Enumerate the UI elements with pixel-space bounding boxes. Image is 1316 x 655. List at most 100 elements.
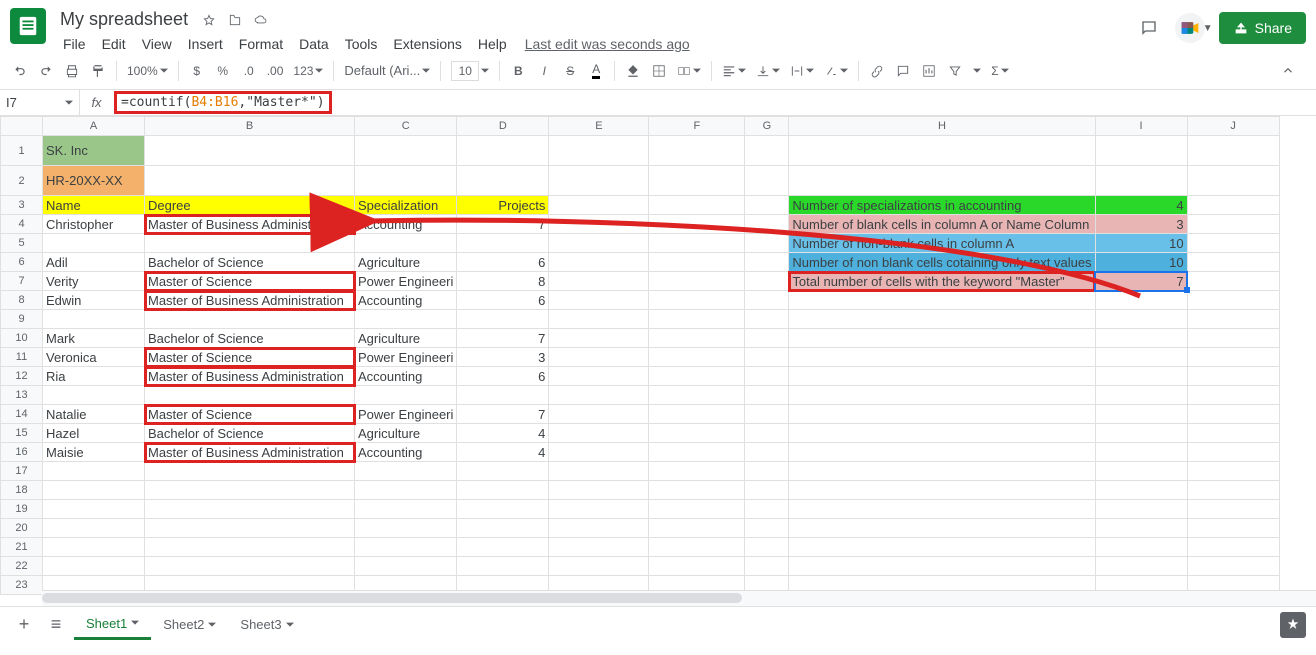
fill-color-button[interactable]: [621, 58, 645, 84]
cell-I12[interactable]: [1095, 367, 1187, 386]
row-header-21[interactable]: 21: [1, 538, 43, 557]
col-header-C[interactable]: C: [355, 117, 457, 136]
vertical-align-dropdown[interactable]: [752, 64, 784, 78]
cell-D13[interactable]: [457, 386, 549, 405]
cell-B2[interactable]: [145, 166, 355, 196]
cell-E12[interactable]: [549, 367, 649, 386]
cell-C19[interactable]: [355, 500, 457, 519]
cell-D11[interactable]: 3: [457, 348, 549, 367]
cell-C2[interactable]: [355, 166, 457, 196]
cell-J19[interactable]: [1187, 500, 1279, 519]
cell-H1[interactable]: [789, 136, 1095, 166]
cell-E22[interactable]: [549, 557, 649, 576]
cell-A9[interactable]: [43, 310, 145, 329]
cell-H19[interactable]: [789, 500, 1095, 519]
cell-C18[interactable]: [355, 481, 457, 500]
cell-B11[interactable]: Master of Science: [145, 348, 355, 367]
select-all-corner[interactable]: [1, 117, 43, 136]
cell-I15[interactable]: [1095, 424, 1187, 443]
cell-E14[interactable]: [549, 405, 649, 424]
cell-I3[interactable]: 4: [1095, 196, 1187, 215]
cell-B12[interactable]: Master of Business Administration: [145, 367, 355, 386]
cell-I7[interactable]: 7: [1095, 272, 1187, 291]
cell-C20[interactable]: [355, 519, 457, 538]
cell-I4[interactable]: 3: [1095, 215, 1187, 234]
row-header-20[interactable]: 20: [1, 519, 43, 538]
cell-H15[interactable]: [789, 424, 1095, 443]
cell-J17[interactable]: [1187, 462, 1279, 481]
cell-F13[interactable]: [649, 386, 745, 405]
cell-D22[interactable]: [457, 557, 549, 576]
cell-I22[interactable]: [1095, 557, 1187, 576]
col-header-I[interactable]: I: [1095, 117, 1187, 136]
cell-F16[interactable]: [649, 443, 745, 462]
undo-button[interactable]: [8, 58, 32, 84]
formula-input[interactable]: =countif(B4:B16,"Master*"): [114, 91, 1316, 114]
cell-C21[interactable]: [355, 538, 457, 557]
cell-F17[interactable]: [649, 462, 745, 481]
cell-J7[interactable]: [1187, 272, 1279, 291]
sheet-tab-0[interactable]: Sheet1: [74, 610, 151, 640]
row-header-14[interactable]: 14: [1, 405, 43, 424]
cell-D14[interactable]: 7: [457, 405, 549, 424]
cell-G14[interactable]: [745, 405, 789, 424]
cell-A7[interactable]: Verity: [43, 272, 145, 291]
cloud-status-icon[interactable]: [252, 11, 270, 29]
cell-I8[interactable]: [1095, 291, 1187, 310]
cell-I21[interactable]: [1095, 538, 1187, 557]
cell-G10[interactable]: [745, 329, 789, 348]
menu-file[interactable]: File: [56, 33, 93, 55]
row-header-11[interactable]: 11: [1, 348, 43, 367]
cell-H10[interactable]: [789, 329, 1095, 348]
cell-A10[interactable]: Mark: [43, 329, 145, 348]
last-edit[interactable]: Last edit was seconds ago: [518, 33, 697, 55]
borders-button[interactable]: [647, 58, 671, 84]
col-header-G[interactable]: G: [745, 117, 789, 136]
row-header-13[interactable]: 13: [1, 386, 43, 405]
text-color-button[interactable]: A: [584, 58, 608, 84]
cell-J4[interactable]: [1187, 215, 1279, 234]
cell-J12[interactable]: [1187, 367, 1279, 386]
sheet-tab-1[interactable]: Sheet2: [151, 610, 228, 640]
insert-comment-button[interactable]: [891, 58, 915, 84]
cell-E8[interactable]: [549, 291, 649, 310]
cell-B15[interactable]: Bachelor of Science: [145, 424, 355, 443]
cell-F14[interactable]: [649, 405, 745, 424]
cell-C1[interactable]: [355, 136, 457, 166]
cell-F22[interactable]: [649, 557, 745, 576]
cell-J21[interactable]: [1187, 538, 1279, 557]
comments-icon[interactable]: [1137, 16, 1161, 40]
cell-J6[interactable]: [1187, 253, 1279, 272]
cell-G12[interactable]: [745, 367, 789, 386]
cell-J20[interactable]: [1187, 519, 1279, 538]
cell-H17[interactable]: [789, 462, 1095, 481]
cell-E20[interactable]: [549, 519, 649, 538]
cell-B9[interactable]: [145, 310, 355, 329]
cell-G5[interactable]: [745, 234, 789, 253]
cell-D7[interactable]: 8: [457, 272, 549, 291]
cell-H2[interactable]: [789, 166, 1095, 196]
text-wrap-dropdown[interactable]: [786, 64, 818, 78]
filter-button[interactable]: [943, 58, 967, 84]
move-icon[interactable]: [226, 11, 244, 29]
cell-D19[interactable]: [457, 500, 549, 519]
col-header-E[interactable]: E: [549, 117, 649, 136]
cell-G8[interactable]: [745, 291, 789, 310]
row-header-10[interactable]: 10: [1, 329, 43, 348]
cell-F9[interactable]: [649, 310, 745, 329]
cell-G4[interactable]: [745, 215, 789, 234]
spreadsheet-grid[interactable]: A B C D E F G H I J 1SK. Inc2HR-20XX-XX3…: [0, 116, 1280, 595]
cell-C5[interactable]: [355, 234, 457, 253]
row-header-15[interactable]: 15: [1, 424, 43, 443]
cell-F18[interactable]: [649, 481, 745, 500]
cell-H13[interactable]: [789, 386, 1095, 405]
cell-B16[interactable]: Master of Business Administration: [145, 443, 355, 462]
cell-D1[interactable]: [457, 136, 549, 166]
font-dropdown[interactable]: Default (Ari...: [340, 63, 434, 78]
cell-B7[interactable]: Master of Science: [145, 272, 355, 291]
cell-B5[interactable]: [145, 234, 355, 253]
cell-H8[interactable]: [789, 291, 1095, 310]
row-header-4[interactable]: 4: [1, 215, 43, 234]
cell-E3[interactable]: [549, 196, 649, 215]
row-header-8[interactable]: 8: [1, 291, 43, 310]
